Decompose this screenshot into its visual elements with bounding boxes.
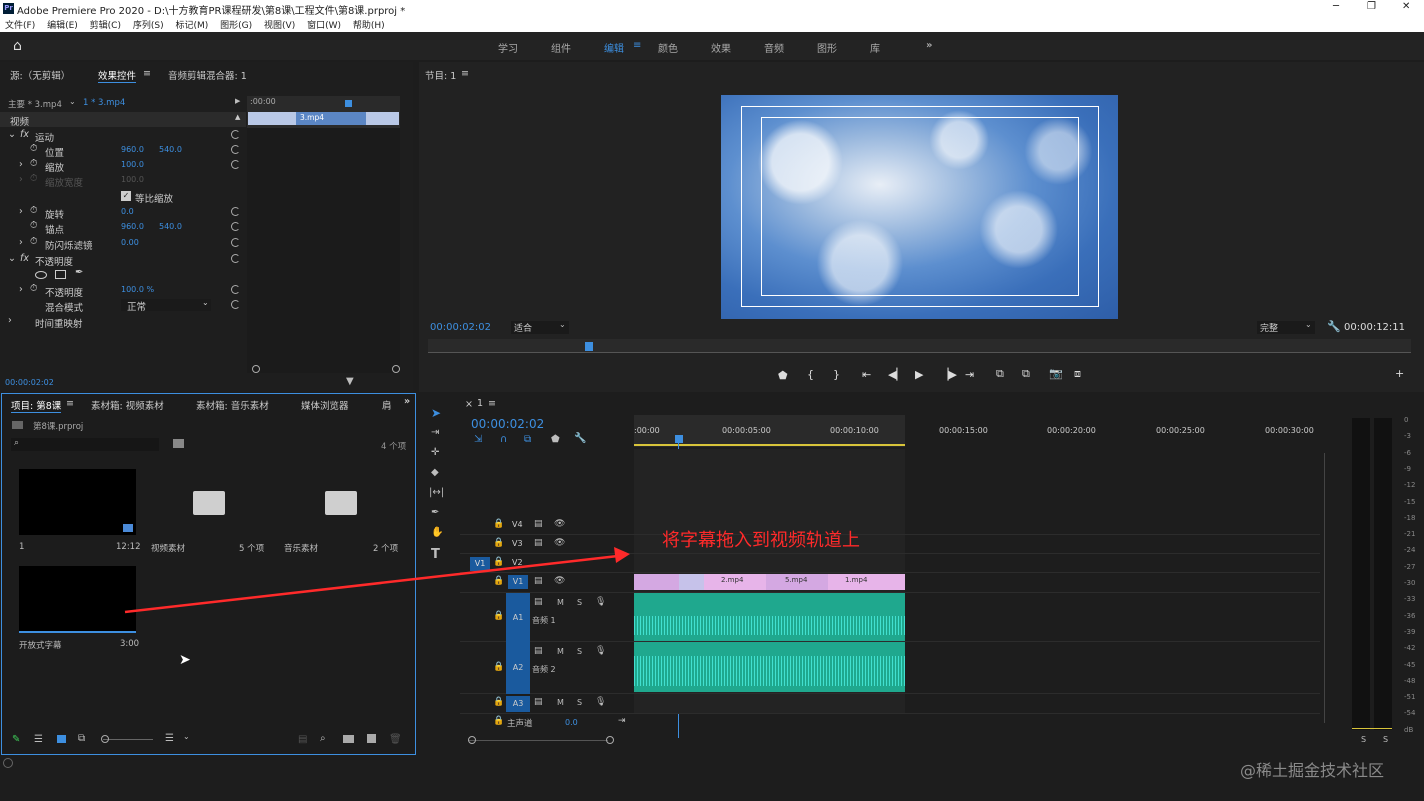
status-icon[interactable] [3, 758, 13, 768]
status-bar: @稀土掘金技术社区 [0, 757, 1424, 801]
annotation-arrow-line [124, 554, 619, 614]
annotation-arrow-head [614, 547, 630, 563]
annotation-text: 将字幕拖入到视频轨道上 [662, 530, 860, 551]
watermark: @稀土掘金技术社区 [1240, 761, 1385, 780]
annotation-overlay [124, 547, 630, 614]
